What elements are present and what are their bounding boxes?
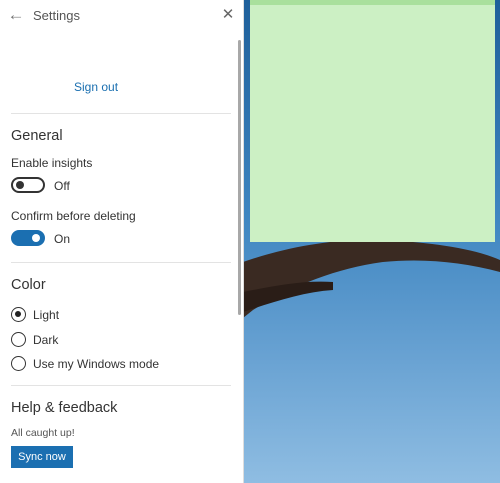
help-heading: Help & feedback <box>11 400 118 416</box>
sign-out-link[interactable]: Sign out <box>74 80 118 94</box>
sync-status: All caught up! <box>11 427 75 439</box>
confirm-delete-toggle[interactable] <box>11 230 45 246</box>
divider <box>11 113 231 114</box>
radio-label: Dark <box>33 333 59 347</box>
divider <box>11 385 231 386</box>
toggle-knob <box>32 234 40 242</box>
confirm-delete-label: Confirm before deleting <box>11 209 136 223</box>
toggle-knob <box>16 181 24 189</box>
page-title: Settings <box>33 8 80 23</box>
settings-header: ← Settings ✕ <box>0 0 243 32</box>
insights-state: Off <box>54 179 70 193</box>
radio-label: Light <box>33 308 60 322</box>
back-arrow-icon[interactable]: ← <box>6 5 26 25</box>
radio-label: Use my Windows mode <box>33 357 160 371</box>
radio-button[interactable] <box>11 332 26 347</box>
settings-panel: ← Settings ✕ Sign out General Enable ins… <box>0 0 244 483</box>
confirm-delete-state: On <box>54 232 71 246</box>
radio-selected-dot <box>15 311 21 317</box>
divider <box>11 262 231 263</box>
radio-button[interactable] <box>11 356 26 371</box>
scrollbar[interactable] <box>238 40 241 315</box>
insights-label: Enable insights <box>11 156 93 170</box>
sticky-note[interactable] <box>250 0 495 242</box>
insights-toggle[interactable] <box>11 177 45 193</box>
close-icon[interactable]: ✕ <box>218 5 238 25</box>
general-heading: General <box>11 128 63 144</box>
color-heading: Color <box>11 277 46 293</box>
radio-button[interactable] <box>11 307 26 322</box>
sync-now-button[interactable]: Sync now <box>11 446 73 468</box>
